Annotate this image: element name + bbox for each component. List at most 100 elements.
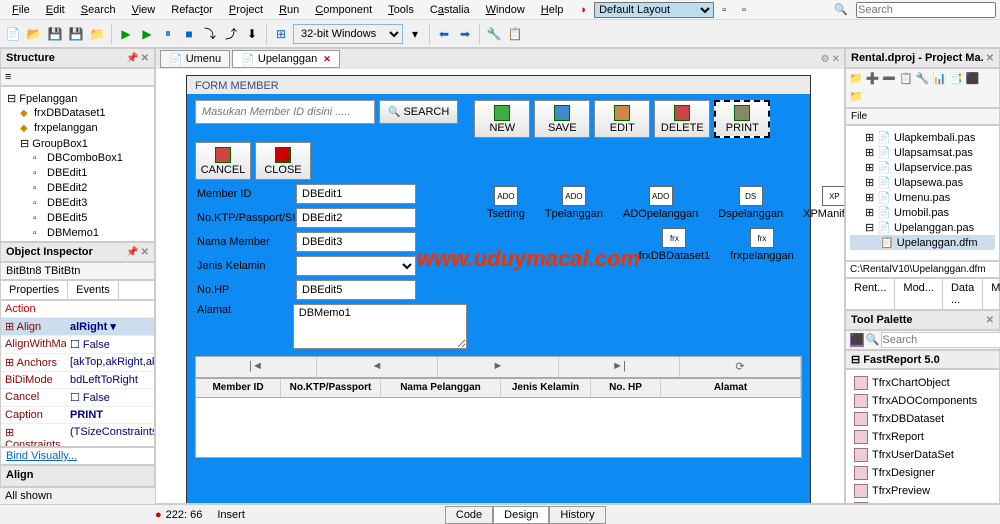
prop-name[interactable]: ⊞ Anchors (1, 354, 66, 371)
prop-name[interactable]: AlignWithMa (1, 336, 66, 353)
tab-events[interactable]: Events (68, 281, 119, 299)
palette-item[interactable]: TfrxDesigner (850, 464, 995, 482)
tab-code[interactable]: Code (445, 506, 493, 524)
pm-tool-icon[interactable]: 📁 (849, 72, 863, 87)
file-item[interactable]: 📋 Upelanggan.dfm (850, 235, 995, 250)
pmtab[interactable]: Multi... (983, 279, 1000, 309)
palette-item[interactable]: TfrxUserDataSet (850, 446, 995, 464)
pin-icon[interactable]: 📌 (126, 247, 138, 258)
comp-frxpelanggan[interactable]: frxfrxpelanggan (730, 228, 794, 262)
address-input[interactable]: DBMemo1 (293, 304, 467, 349)
tree-item[interactable]: ▫DBMemo1 (5, 226, 150, 241)
hp-input[interactable] (296, 280, 416, 300)
comp-xpmanifest[interactable]: XPXPManifest1 (803, 186, 844, 220)
nav-prev[interactable]: ◄ (317, 357, 438, 377)
pmtab[interactable]: Rent... (846, 279, 895, 309)
save-button[interactable]: SAVE (534, 100, 590, 138)
menu-help[interactable]: Help (533, 2, 572, 18)
tree-item[interactable]: ▫DBEdit3 (5, 196, 150, 211)
menu-castalia[interactable]: Castalia (422, 2, 478, 18)
pm-tool-icon[interactable]: ⬛ (966, 72, 980, 87)
prop-value[interactable]: [akTop,akRight,ak (66, 354, 154, 371)
col-header[interactable]: Member ID (196, 379, 281, 397)
pm-tool-icon[interactable]: 📑 (949, 72, 963, 87)
step3-icon[interactable]: ⬇ (243, 25, 261, 43)
palette-cat-icon[interactable]: ⬛ (850, 333, 864, 347)
tree-item[interactable]: ▫DBEdit1 (5, 166, 150, 181)
col-header[interactable]: Nama Pelanggan (381, 379, 501, 397)
menu-search[interactable]: Search (73, 2, 124, 18)
pin-icon[interactable]: 📌 (126, 53, 138, 64)
ide-search-input[interactable] (856, 2, 996, 18)
palette-list[interactable]: TfrxChartObject TfrxADOComponents TfrxDB… (845, 369, 1000, 505)
close-icon[interactable]: ✕ (832, 54, 840, 65)
form-member[interactable]: FORM MEMBER 🔍 SEARCH NEW SAVE EDIT DELET… (186, 75, 811, 503)
col-header[interactable]: Jenis Kelamin (501, 379, 591, 397)
col-header[interactable]: No. HP (591, 379, 661, 397)
views-icon[interactable]: ⚙ (821, 54, 830, 65)
db-grid-body[interactable] (195, 398, 802, 458)
tree-item[interactable]: ▫DBEdit2 (5, 181, 150, 196)
prop-value[interactable]: PRINT (66, 407, 154, 423)
saveall-icon[interactable]: 💾 (67, 25, 85, 43)
pm-tool-icon[interactable]: 📁 (849, 90, 863, 105)
close-icon[interactable]: ✕ (323, 54, 331, 65)
menu-tools[interactable]: Tools (380, 2, 422, 18)
palette-item[interactable]: TfrxPreview (850, 482, 995, 500)
layout-tool1[interactable]: ▫ (714, 2, 734, 18)
nav-last[interactable]: ►| (559, 357, 680, 377)
file-item[interactable]: ⊞ 📄 Ulapsamsat.pas (850, 145, 995, 160)
pm-tool-icon[interactable]: ➖ (882, 72, 896, 87)
structure-tree[interactable]: ⊟ Fpelanggan ◆frxDBDataset1 ◆frxpelangga… (0, 86, 155, 242)
open-icon[interactable]: 📂 (25, 25, 43, 43)
back-icon[interactable]: ⬅ (435, 25, 453, 43)
comp-tsetting[interactable]: ADOTsetting (487, 186, 525, 220)
nav-next[interactable]: ► (438, 357, 559, 377)
step2-icon[interactable]: ⤴ (222, 25, 240, 43)
platform-select[interactable]: 32-bit Windows (293, 24, 403, 44)
help-icon[interactable]: ◑ (571, 2, 594, 18)
ktp-input[interactable] (296, 208, 416, 228)
prop-value[interactable] (66, 301, 154, 317)
col-header[interactable]: Alamat (661, 379, 801, 397)
palette-item[interactable]: TfrxReport (850, 428, 995, 446)
palette-item[interactable]: TfrxBarCodeObject (850, 500, 995, 505)
file-item[interactable]: ⊟ 📄 Upelanggan.pas (850, 220, 995, 235)
comp-tpelanggan[interactable]: ADOTpelanggan (545, 186, 603, 220)
tab-properties[interactable]: Properties (1, 281, 68, 299)
save-icon[interactable]: 💾 (46, 25, 64, 43)
menu-refactor[interactable]: Refactor (163, 2, 221, 18)
inspector-component[interactable]: BitBtn8 TBitBtn (0, 262, 155, 280)
tab-design[interactable]: Design (493, 506, 549, 524)
prop-name[interactable]: Caption (1, 407, 66, 423)
palette-item[interactable]: TfrxChartObject (850, 374, 995, 392)
tab-umenu[interactable]: 📄 Umenu (160, 50, 230, 68)
menu-edit[interactable]: Edit (38, 2, 73, 18)
menu-project[interactable]: Project (221, 2, 271, 18)
gender-select[interactable] (296, 256, 416, 276)
layout-select[interactable]: Default Layout (594, 2, 714, 18)
close-button[interactable]: CLOSE (255, 142, 311, 180)
tab-history[interactable]: History (549, 506, 605, 524)
prop-name[interactable]: ⊞ Constraints (1, 424, 66, 448)
palette-item[interactable]: TfrxDBDataset (850, 410, 995, 428)
tree-item[interactable]: ⊟ GroupBox1 (5, 136, 150, 151)
col-header[interactable]: No.KTP/Passport (281, 379, 381, 397)
prop-name[interactable]: ⊞ Align (1, 318, 66, 335)
edit-button[interactable]: EDIT (594, 100, 650, 138)
config-icon[interactable]: ▾ (406, 25, 424, 43)
inspector-grid[interactable]: Action ⊞ AlignalRight ▾ AlignWithMa☐ Fal… (0, 300, 155, 448)
palette-search[interactable] (881, 332, 1000, 348)
menu-component[interactable]: Component (307, 2, 380, 18)
prop-name[interactable]: Action (1, 301, 66, 317)
tree-item[interactable]: ▫DBComboBox1 (5, 151, 150, 166)
prop-value[interactable]: ☐ False (66, 336, 154, 353)
cancel-button[interactable]: CANCEL (195, 142, 251, 180)
pm-tool-icon[interactable]: ➕ (866, 72, 880, 87)
form-canvas[interactable]: FORM MEMBER 🔍 SEARCH NEW SAVE EDIT DELET… (156, 69, 844, 503)
new-button[interactable]: NEW (474, 100, 530, 138)
close-icon[interactable]: ✕ (141, 53, 149, 64)
nav-first[interactable]: |◄ (196, 357, 317, 377)
close-icon[interactable]: ✕ (986, 53, 994, 64)
menu-window[interactable]: Window (478, 2, 533, 18)
